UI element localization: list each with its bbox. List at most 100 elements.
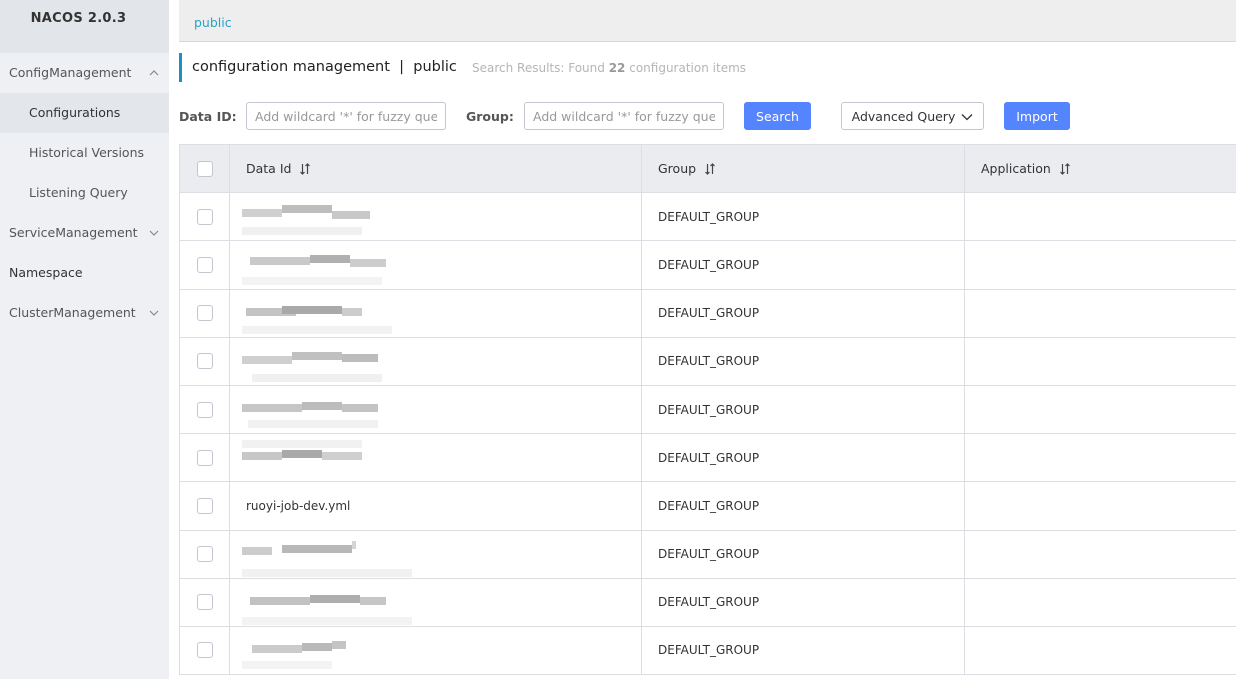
row-checkbox[interactable] [196, 642, 213, 659]
table-row: DEFAULT_GROUP [180, 434, 1236, 483]
application-cell [965, 579, 1236, 626]
table-row: DEFAULT_GROUP [180, 626, 1236, 676]
group-cell: DEFAULT_GROUP [642, 385, 965, 434]
chevron-down-icon [149, 293, 159, 333]
table-row: DEFAULT_GROUP [180, 385, 1236, 435]
page-header: configuration management | public Search… [179, 53, 1236, 82]
redacted-text [242, 591, 412, 626]
data-id-cell[interactable] [230, 578, 642, 626]
table-row: DEFAULT_GROUP [180, 289, 1236, 338]
data-id-cell[interactable] [230, 193, 642, 241]
application-cell [965, 434, 1236, 481]
group-cell: DEFAULT_GROUP [642, 578, 965, 626]
column-header-data-id[interactable]: Data Id [230, 145, 642, 193]
chevron-up-icon [149, 53, 159, 93]
sidebar-item-configmanagement[interactable]: ConfigManagement [0, 53, 169, 93]
sidebar-item-label: ServiceManagement [9, 225, 138, 240]
redacted-text [242, 639, 412, 674]
application-cell [965, 531, 1236, 578]
result-count: 22 [608, 61, 626, 75]
sidebar-item-label: Configurations [29, 105, 121, 120]
group-cell: DEFAULT_GROUP [642, 626, 965, 675]
row-checkbox[interactable] [196, 353, 213, 370]
data-id-cell[interactable] [230, 385, 642, 434]
data-id-label: Data ID: [179, 109, 237, 124]
table-row: DEFAULT_GROUP [180, 530, 1236, 579]
application-cell [965, 386, 1236, 433]
row-checkbox[interactable] [196, 497, 213, 514]
sort-icon[interactable] [299, 162, 311, 175]
table-header-row: Data Id Group Application [180, 145, 1236, 194]
redacted-text [242, 440, 412, 481]
page-title: configuration management | public [192, 59, 457, 75]
sidebar-item-servicemanagement[interactable]: ServiceManagement [0, 213, 169, 253]
application-cell [965, 241, 1236, 288]
sidebar-item-listening-query[interactable]: Listening Query [0, 173, 169, 213]
advanced-query-button[interactable]: Advanced Query [841, 102, 984, 130]
sidebar-item-clustermanagement[interactable]: ClusterManagement [0, 293, 169, 333]
redacted-text [242, 302, 412, 337]
sidebar-item-label: ClusterManagement [9, 305, 136, 320]
sort-icon[interactable] [1059, 162, 1071, 175]
sidebar-item-configurations[interactable]: Configurations [0, 93, 169, 133]
select-all-checkbox[interactable] [196, 160, 213, 177]
row-checkbox[interactable] [196, 546, 213, 563]
namespace-link-public[interactable]: public [194, 15, 232, 30]
data-id-cell[interactable] [230, 241, 642, 289]
group-cell: DEFAULT_GROUP [642, 241, 965, 289]
main-content: public configuration management | public… [169, 0, 1236, 679]
chevron-down-icon [149, 213, 159, 253]
data-id-cell[interactable] [230, 337, 642, 385]
import-button[interactable]: Import [1004, 102, 1070, 130]
application-cell [965, 193, 1236, 240]
data-id-cell[interactable]: ruoyi-job-dev.yml [230, 482, 642, 530]
namespace-bar: public [179, 0, 1236, 42]
group-cell: DEFAULT_GROUP [642, 434, 965, 482]
redacted-text [242, 350, 412, 385]
row-checkbox[interactable] [196, 449, 213, 466]
sidebar-item-historical-versions[interactable]: Historical Versions [0, 133, 169, 173]
sidebar-item-label: Listening Query [29, 185, 128, 200]
data-id-input[interactable] [246, 102, 446, 130]
application-cell [965, 482, 1236, 529]
application-cell [965, 627, 1236, 674]
table-row: ruoyi-job-dev.yml DEFAULT_GROUP [180, 482, 1236, 531]
group-cell: DEFAULT_GROUP [642, 289, 965, 337]
sidebar-item-label: Namespace [9, 265, 83, 280]
sidebar-item-label: ConfigManagement [9, 65, 132, 80]
app-logo: NACOS 2.0.3 [0, 0, 169, 53]
application-cell [965, 290, 1236, 337]
row-checkbox[interactable] [196, 305, 213, 322]
sidebar-item-namespace[interactable]: Namespace [0, 253, 169, 293]
column-header-group[interactable]: Group [642, 145, 965, 193]
column-header-application[interactable]: Application [965, 145, 1236, 192]
search-result-summary: Search Results: Found 22 configuration i… [472, 61, 747, 75]
row-checkbox[interactable] [196, 256, 213, 273]
redacted-text [242, 253, 412, 288]
chevron-down-icon [961, 109, 973, 124]
sort-icon[interactable] [704, 162, 716, 175]
redacted-text [242, 205, 412, 240]
redacted-text [242, 398, 412, 433]
sidebar-item-label: Historical Versions [29, 145, 145, 160]
group-cell: DEFAULT_GROUP [642, 530, 965, 578]
group-cell: DEFAULT_GROUP [642, 193, 965, 241]
table-row: DEFAULT_GROUP [180, 337, 1236, 386]
data-id-cell[interactable] [230, 434, 642, 482]
filter-row: Data ID: Group: Search Advanced Query Im… [179, 102, 1236, 130]
data-id-cell[interactable] [230, 530, 642, 578]
application-cell [965, 338, 1236, 385]
table-row: DEFAULT_GROUP [180, 193, 1236, 242]
row-checkbox[interactable] [196, 208, 213, 225]
sidebar: NACOS 2.0.3 ConfigManagement Configurati… [0, 0, 169, 679]
group-cell: DEFAULT_GROUP [642, 482, 965, 530]
group-input[interactable] [524, 102, 724, 130]
data-id-cell[interactable] [230, 626, 642, 675]
group-label: Group: [466, 109, 514, 124]
row-checkbox[interactable] [196, 594, 213, 611]
group-cell: DEFAULT_GROUP [642, 337, 965, 385]
redacted-text [242, 540, 412, 578]
search-button[interactable]: Search [744, 102, 811, 130]
data-id-cell[interactable] [230, 289, 642, 337]
row-checkbox[interactable] [196, 401, 213, 418]
